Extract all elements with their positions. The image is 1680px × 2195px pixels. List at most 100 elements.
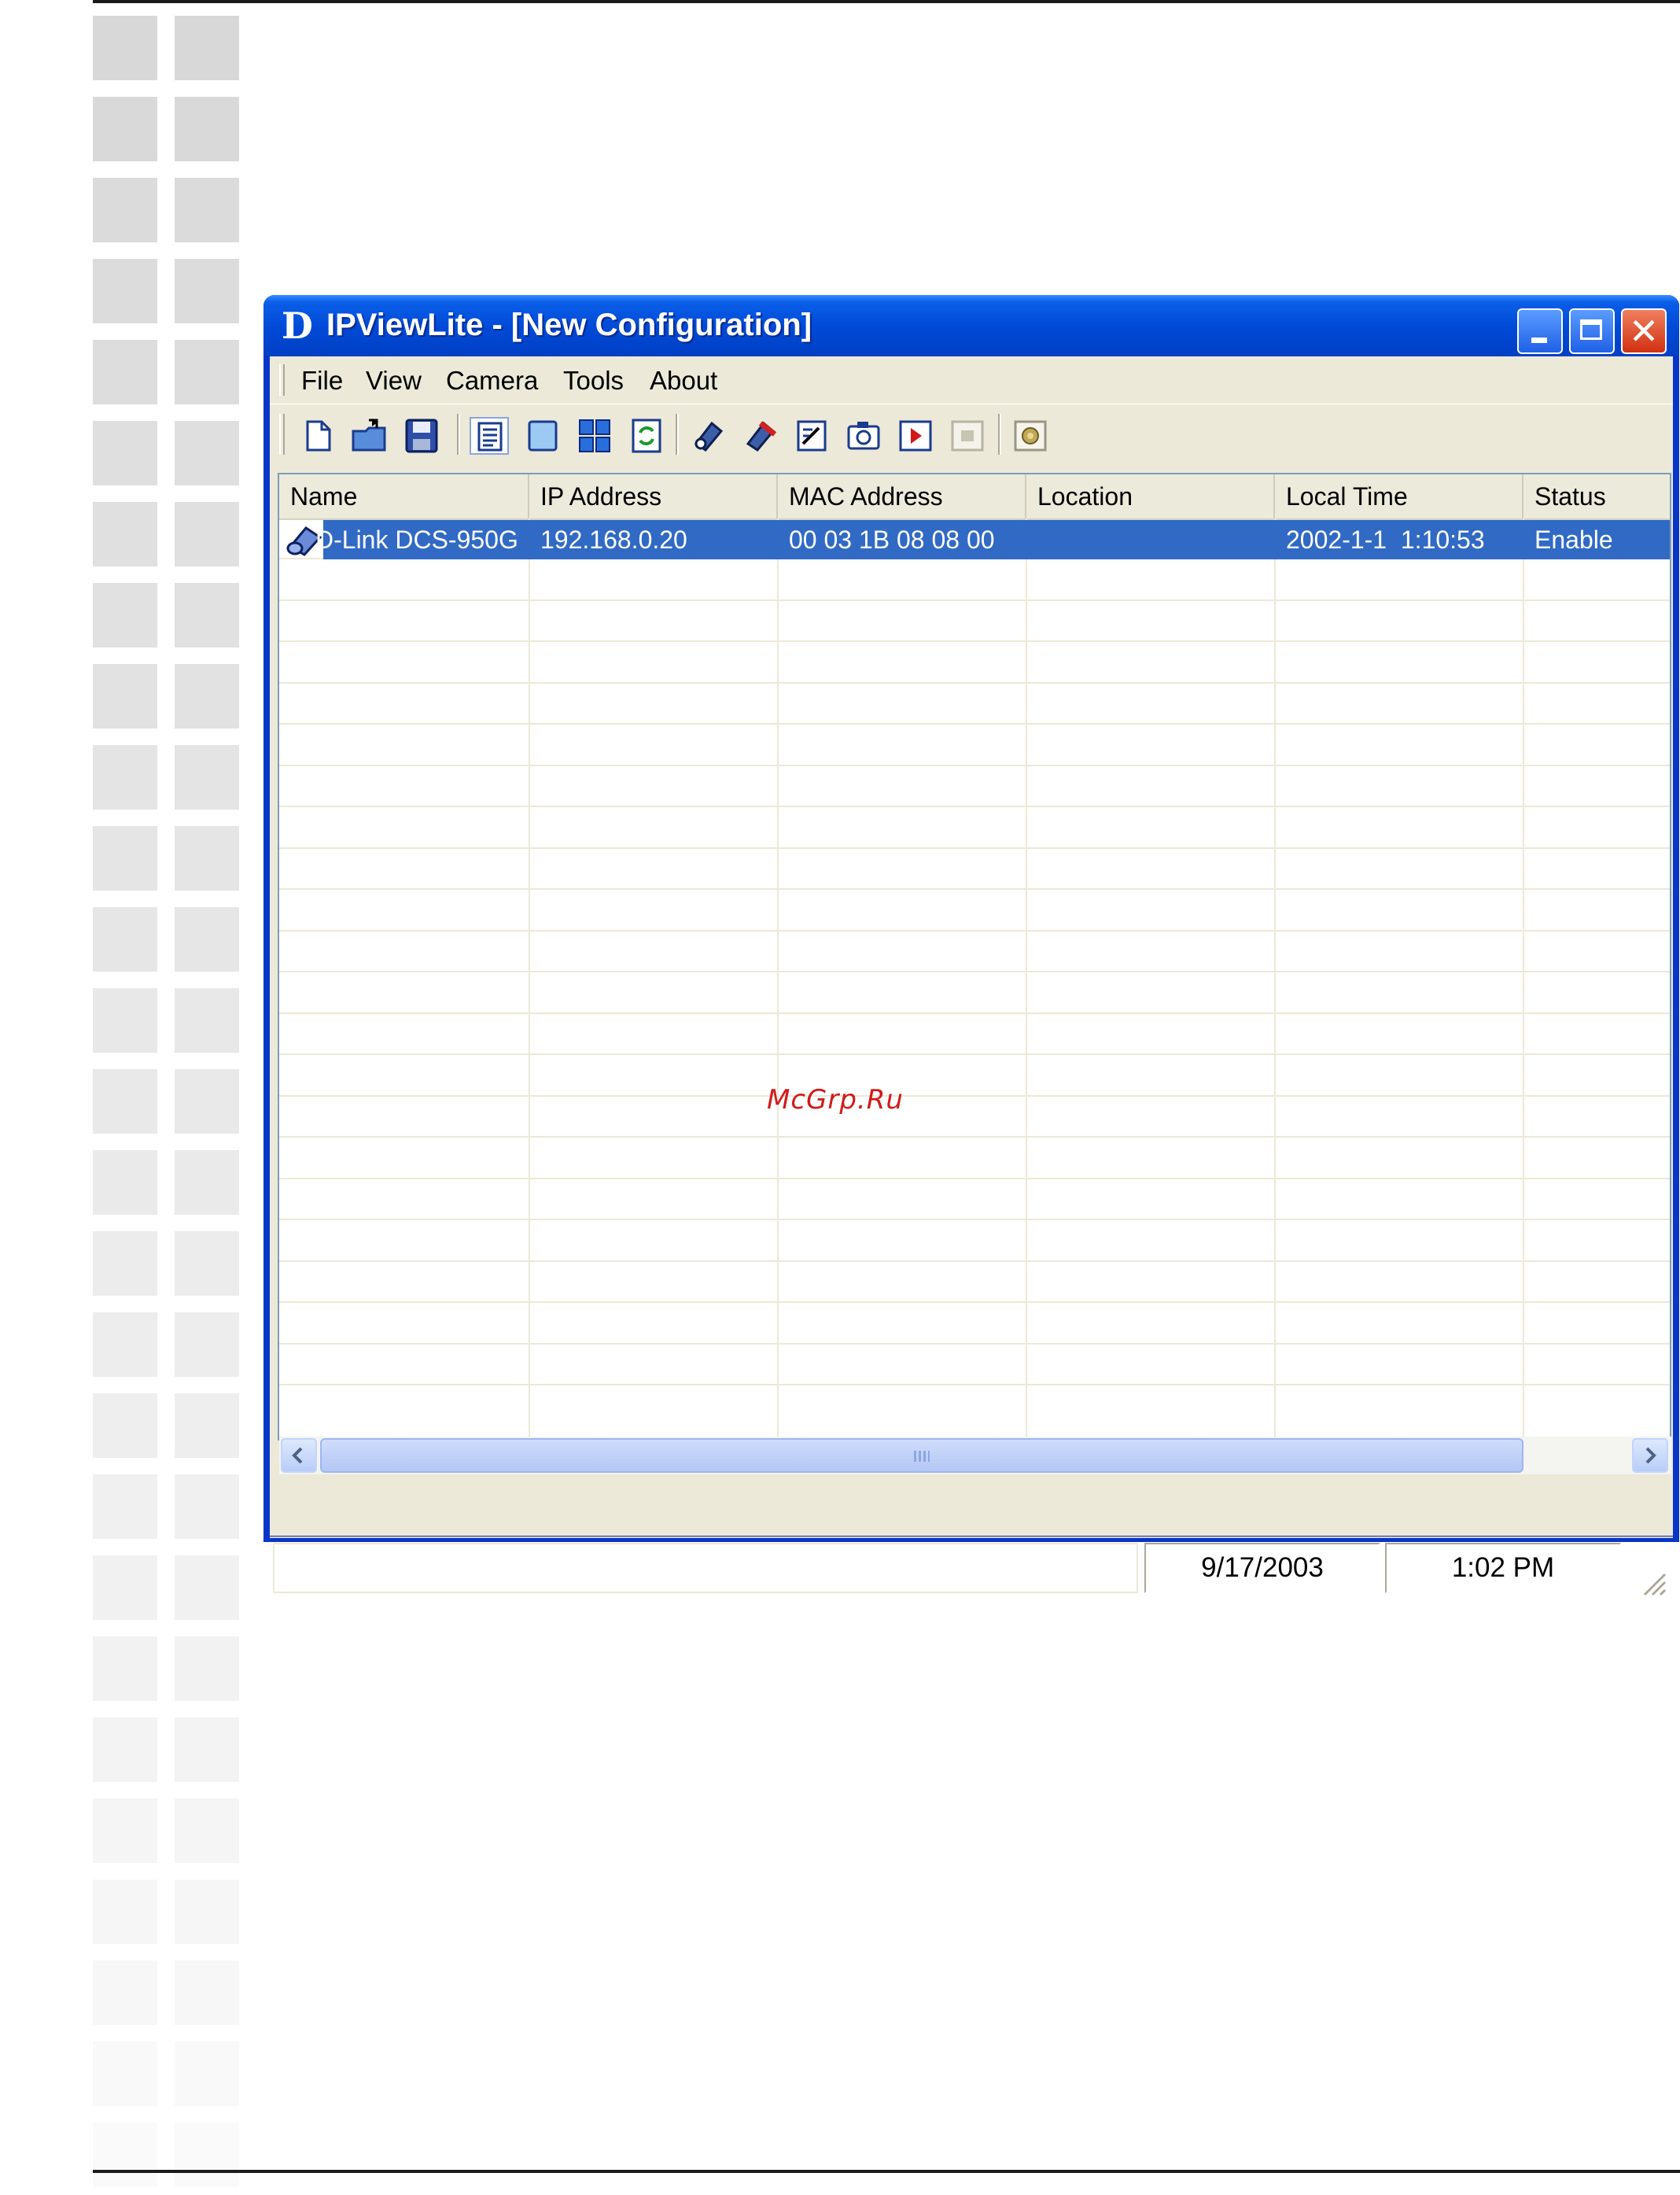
minimize-icon (1531, 338, 1547, 343)
horizontal-scrollbar[interactable] (279, 1437, 1671, 1474)
decorative-square (93, 907, 157, 972)
cell-mac-address[interactable]: 00 03 1B 08 08 00 (778, 520, 1026, 559)
table-row[interactable] (279, 643, 1670, 684)
window-title: IPViewLite - [New Configuration] (326, 308, 812, 342)
decorative-square (93, 745, 157, 810)
globe-icon[interactable] (1011, 417, 1050, 455)
decorative-square (175, 664, 239, 729)
record-icon[interactable] (896, 417, 935, 455)
save-icon[interactable] (402, 417, 441, 455)
scroll-left-button[interactable] (281, 1438, 317, 1473)
table-row[interactable] (279, 849, 1670, 890)
decorative-square (93, 16, 157, 80)
table-row[interactable] (279, 931, 1670, 972)
table-row[interactable] (279, 891, 1670, 931)
chevron-left-icon (292, 1447, 303, 1464)
table-row[interactable] (279, 808, 1670, 849)
decorative-square (93, 1312, 157, 1377)
decorative-square-pattern (93, 16, 242, 2187)
decorative-square (175, 421, 239, 485)
table-row[interactable] (279, 684, 1670, 725)
cell-name[interactable]: D-Link DCS-950G (312, 520, 532, 559)
toolbar-grip[interactable] (279, 414, 285, 455)
status-date: 9/17/2003 (1144, 1543, 1380, 1593)
single-view-icon[interactable] (523, 417, 562, 455)
decorative-square (93, 178, 157, 242)
menu-file[interactable]: File (301, 366, 343, 396)
table-row[interactable] (279, 1138, 1670, 1179)
table-row[interactable] (279, 560, 1670, 601)
menu-view[interactable]: View (366, 366, 422, 396)
table-row[interactable] (279, 1345, 1670, 1385)
table-row[interactable] (279, 1097, 1670, 1138)
refresh-icon[interactable] (627, 417, 666, 455)
close-button[interactable]: ✕ (1621, 308, 1667, 354)
column-header-local-time[interactable]: Local Time (1275, 474, 1523, 518)
minimize-button[interactable] (1517, 308, 1563, 354)
menu-grip[interactable] (279, 364, 285, 396)
decorative-square (175, 2123, 239, 2187)
open-file-icon[interactable] (350, 417, 389, 455)
decorative-square (175, 1880, 239, 1944)
table-row[interactable] (279, 1014, 1670, 1055)
table-row[interactable] (279, 1056, 1670, 1097)
table-row[interactable] (279, 725, 1670, 766)
menu-about[interactable]: About (650, 366, 717, 396)
new-file-icon[interactable] (298, 417, 337, 455)
bottom-rule (93, 2170, 1680, 2173)
decorative-square (93, 1717, 157, 1782)
cell-local-time[interactable]: 2002-1-1 1:10:53 (1275, 520, 1523, 559)
decorative-square (175, 1717, 239, 1782)
add-camera-icon[interactable] (688, 417, 728, 455)
column-header-name[interactable]: Name (279, 474, 529, 518)
cell-status[interactable]: Enable (1523, 520, 1670, 559)
top-rule (93, 0, 1680, 3)
decorative-square (175, 1393, 239, 1458)
dlink-logo-icon: D (282, 304, 313, 347)
toolbar-separator (676, 414, 679, 455)
menu-camera[interactable]: Camera (446, 366, 538, 396)
scrollbar-thumb[interactable] (320, 1438, 1523, 1473)
decorative-square (93, 664, 157, 729)
table-row[interactable] (279, 973, 1670, 1014)
resize-grip-icon[interactable] (1637, 1566, 1668, 1598)
scroll-right-button[interactable] (1632, 1438, 1668, 1473)
decorative-square (93, 1798, 157, 1863)
chevron-right-icon (1645, 1447, 1656, 1464)
snapshot-icon[interactable] (844, 417, 883, 455)
decorative-square (175, 16, 239, 80)
camera-list[interactable]: Name IP Address MAC Address Location Loc… (278, 473, 1671, 1441)
decorative-square (93, 259, 157, 323)
table-row[interactable] (279, 1179, 1670, 1220)
table-row[interactable] (279, 601, 1670, 642)
remove-camera-icon[interactable] (740, 417, 779, 455)
list-view-icon[interactable] (470, 417, 509, 455)
decorative-square (175, 1555, 239, 1620)
table-row[interactable] (279, 1304, 1670, 1345)
quad-view-icon[interactable] (575, 417, 614, 455)
column-header-ip-address[interactable]: IP Address (529, 474, 778, 518)
decorative-square (93, 1636, 157, 1701)
toolbar-separator (998, 414, 1001, 455)
table-row[interactable] (279, 766, 1670, 807)
menu-tools[interactable]: Tools (563, 366, 624, 396)
decorative-square (93, 1069, 157, 1134)
stop-icon[interactable] (948, 417, 987, 455)
cell-location[interactable] (1026, 520, 1275, 559)
ipviewlite-window: D IPViewLite - [New Configuration] ✕ Fil… (263, 295, 1679, 1596)
decorative-square (93, 502, 157, 566)
status-time: 1:02 PM (1385, 1543, 1621, 1593)
title-bar[interactable]: D IPViewLite - [New Configuration] ✕ (263, 295, 1679, 356)
decorative-square (175, 1231, 239, 1296)
camera-settings-icon[interactable] (792, 417, 831, 455)
column-header-mac-address[interactable]: MAC Address (778, 474, 1026, 518)
table-row[interactable] (279, 1262, 1670, 1303)
window-client-area: File View Camera Tools About Name IP Add… (270, 356, 1673, 1596)
decorative-square (93, 1880, 157, 1944)
cell-ip-address[interactable]: 192.168.0.20 (529, 520, 778, 559)
decorative-square (175, 2042, 239, 2106)
maximize-button[interactable] (1569, 308, 1615, 354)
column-header-status[interactable]: Status (1523, 474, 1670, 518)
column-header-location[interactable]: Location (1026, 474, 1275, 518)
table-row[interactable] (279, 1221, 1670, 1262)
